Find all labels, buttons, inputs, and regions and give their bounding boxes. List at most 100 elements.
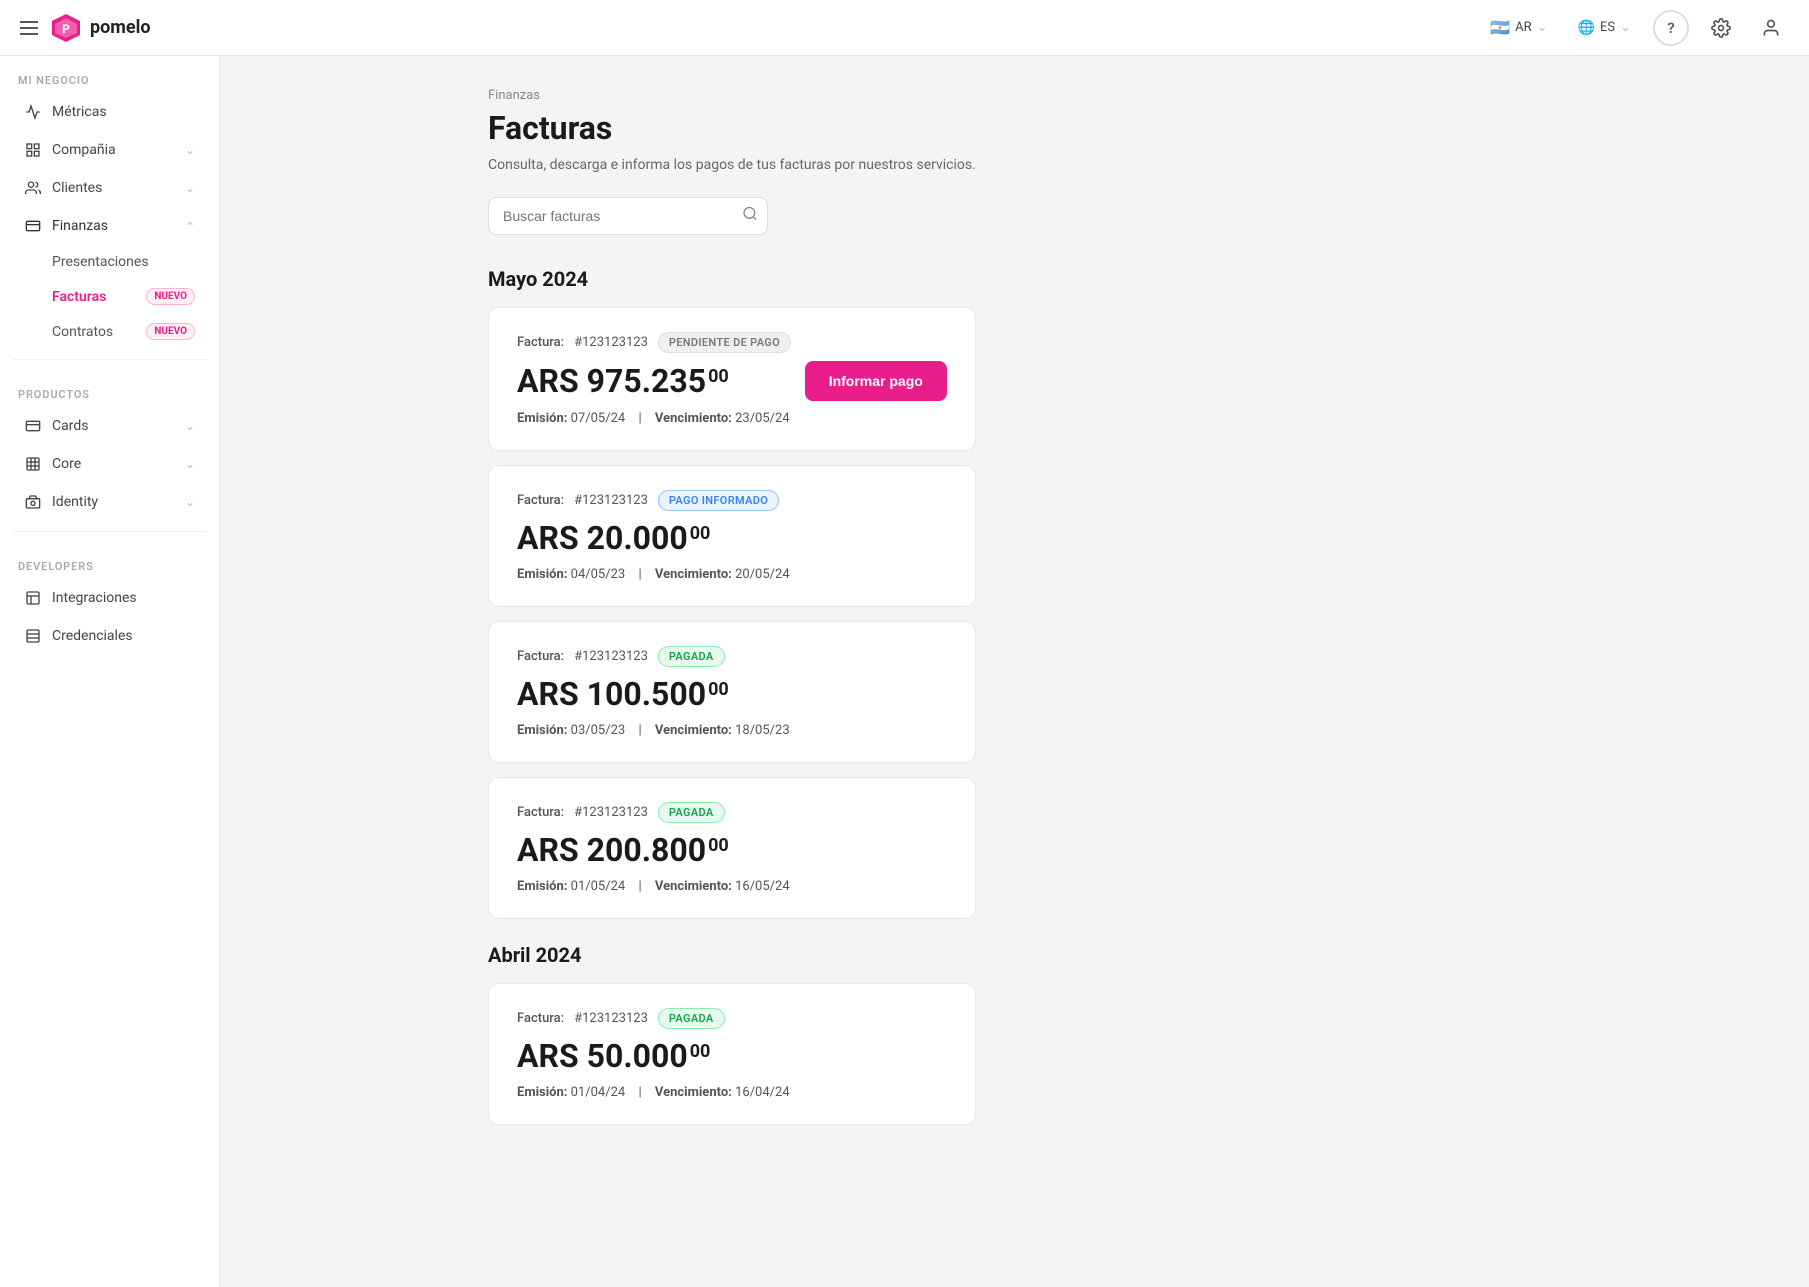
search-icon [742,206,758,222]
invoice-card-top: Factura: #123123123 PAGADA [517,646,947,667]
company-icon [24,141,42,159]
country-code: AR [1515,20,1532,35]
sidebar-item-cards[interactable]: Cards ⌄ [6,408,213,444]
search-button[interactable] [742,206,758,227]
finances-icon [24,217,42,235]
invoice-section-1: Abril 2024 Factura: #123123123 PAGADA AR… [488,943,976,1125]
invoices-container: Mayo 2024 Factura: #123123123 PENDIENTE … [488,267,976,1125]
sidebar-section-products: PRODUCTOS [0,370,219,407]
language-selector[interactable]: 🌐 ES ⌄ [1570,16,1639,40]
invoice-card-0-0: Factura: #123123123 PENDIENTE DE PAGO AR… [488,307,976,451]
invoice-label: Factura: [517,493,564,508]
clients-chevron-icon: ⌄ [185,181,195,195]
invoice-cents: 00 [708,835,729,856]
svg-text:P: P [62,22,70,36]
sidebar-item-contracts[interactable]: Contratos NUEVO [6,315,213,348]
invoice-cents: 00 [708,366,729,387]
search-input[interactable] [488,197,768,235]
invoice-card-top: Factura: #123123123 PENDIENTE DE PAGO [517,332,947,353]
section-title-0: Mayo 2024 [488,267,976,291]
invoice-number: #123123123 [574,335,648,350]
clients-icon [24,179,42,197]
invoice-number: #123123123 [574,493,648,508]
sidebar-item-credentials[interactable]: Credenciales [6,618,213,654]
topbar-left: P pomelo [20,12,151,44]
invoices-new-badge: NUEVO [146,288,195,305]
sidebar-item-company[interactable]: Compañia ⌄ [6,132,213,168]
gear-icon [1711,18,1731,38]
sidebar: MI NEGOCIO Métricas Compañia ⌄ Clientes … [0,56,220,1287]
invoice-amount: ARS 200.80000 [517,831,729,869]
invoice-amount-text: ARS 200.800 [517,831,706,869]
invoice-amount: ARS 50.00000 [517,1037,710,1075]
emission-label: Emisión: 01/04/24 [517,1085,625,1100]
contracts-new-badge: NUEVO [146,323,195,340]
sidebar-section-developers: DEVELOPERS [0,542,219,579]
invoice-number: #123123123 [574,805,648,820]
help-button[interactable]: ? [1653,10,1689,46]
status-badge: PENDIENTE DE PAGO [658,332,791,353]
country-flag: 🇦🇷 [1490,18,1510,37]
hamburger-menu-button[interactable] [20,21,38,35]
sidebar-item-clients[interactable]: Clientes ⌄ [6,170,213,206]
finances-chevron-icon: ⌄ [185,219,195,233]
status-badge: PAGADA [658,1008,725,1029]
invoice-amount-text: ARS 100.500 [517,675,706,713]
invoice-meta: Emisión: 04/05/23 | Vencimiento: 20/05/2… [517,567,947,582]
due-label: Vencimiento: 23/05/24 [655,411,790,426]
due-label: Vencimiento: 16/04/24 [655,1085,790,1100]
logo-text: pomelo [90,17,151,38]
emission-label: Emisión: 01/05/24 [517,879,625,894]
invoice-amount-row: ARS 20.00000 [517,519,947,557]
identity-icon [24,493,42,511]
invoice-card-1-0: Factura: #123123123 PAGADA ARS 50.00000 … [488,983,976,1125]
logo[interactable]: P pomelo [50,12,151,44]
sidebar-item-core[interactable]: Core ⌄ [6,446,213,482]
credentials-icon [24,627,42,645]
settings-button[interactable] [1703,10,1739,46]
sidebar-item-presentations[interactable]: Presentaciones [6,246,213,278]
invoice-meta: Emisión: 03/05/23 | Vencimiento: 18/05/2… [517,723,947,738]
sidebar-divider-1 [12,359,207,360]
invoice-cents: 00 [690,523,711,544]
cards-icon [24,417,42,435]
sidebar-item-metrics[interactable]: Métricas [6,94,213,130]
sidebar-item-identity[interactable]: Identity ⌄ [6,484,213,520]
meta-separator: | [638,879,641,894]
topbar: P pomelo 🇦🇷 AR ⌄ 🌐 ES ⌄ ? [0,0,1809,56]
invoice-card-0-3: Factura: #123123123 PAGADA ARS 200.80000… [488,777,976,919]
invoice-card-top: Factura: #123123123 PAGO INFORMADO [517,490,947,511]
country-selector[interactable]: 🇦🇷 AR ⌄ [1482,14,1555,41]
invoice-amount: ARS 975.23500 [517,362,729,400]
cards-chevron-icon: ⌄ [185,419,195,433]
invoice-amount-row: ARS 200.80000 [517,831,947,869]
due-label: Vencimiento: 20/05/24 [655,567,790,582]
meta-separator: | [638,567,641,582]
integrations-icon [24,589,42,607]
invoice-meta: Emisión: 07/05/24 | Vencimiento: 23/05/2… [517,411,947,426]
breadcrumb: Finanzas [488,88,976,103]
invoice-card-top: Factura: #123123123 PAGADA [517,1008,947,1029]
invoice-amount: ARS 20.00000 [517,519,710,557]
invoice-amount-text: ARS 975.235 [517,362,706,400]
country-chevron-icon: ⌄ [1537,20,1548,35]
user-icon [1761,18,1781,38]
sidebar-divider-2 [12,531,207,532]
user-button[interactable] [1753,10,1789,46]
meta-separator: | [638,723,641,738]
company-chevron-icon: ⌄ [185,143,195,157]
sidebar-item-finances[interactable]: Finanzas ⌄ [6,208,213,244]
core-icon [24,455,42,473]
meta-separator: | [638,411,641,426]
language-chevron-icon: ⌄ [1620,20,1631,35]
invoice-section-0: Mayo 2024 Factura: #123123123 PENDIENTE … [488,267,976,919]
sidebar-item-invoices[interactable]: Facturas NUEVO [6,280,213,313]
status-badge: PAGADA [658,802,725,823]
inform-pay-button[interactable]: Informar pago [805,361,947,401]
invoice-amount-row: ARS 975.23500 Informar pago [517,361,947,401]
invoice-cents: 00 [690,1041,711,1062]
invoice-meta: Emisión: 01/05/24 | Vencimiento: 16/05/2… [517,879,947,894]
sidebar-item-integrations[interactable]: Integraciones [6,580,213,616]
invoice-card-0-2: Factura: #123123123 PAGADA ARS 100.50000… [488,621,976,763]
main-content: Finanzas Facturas Consulta, descarga e i… [440,56,1024,1287]
